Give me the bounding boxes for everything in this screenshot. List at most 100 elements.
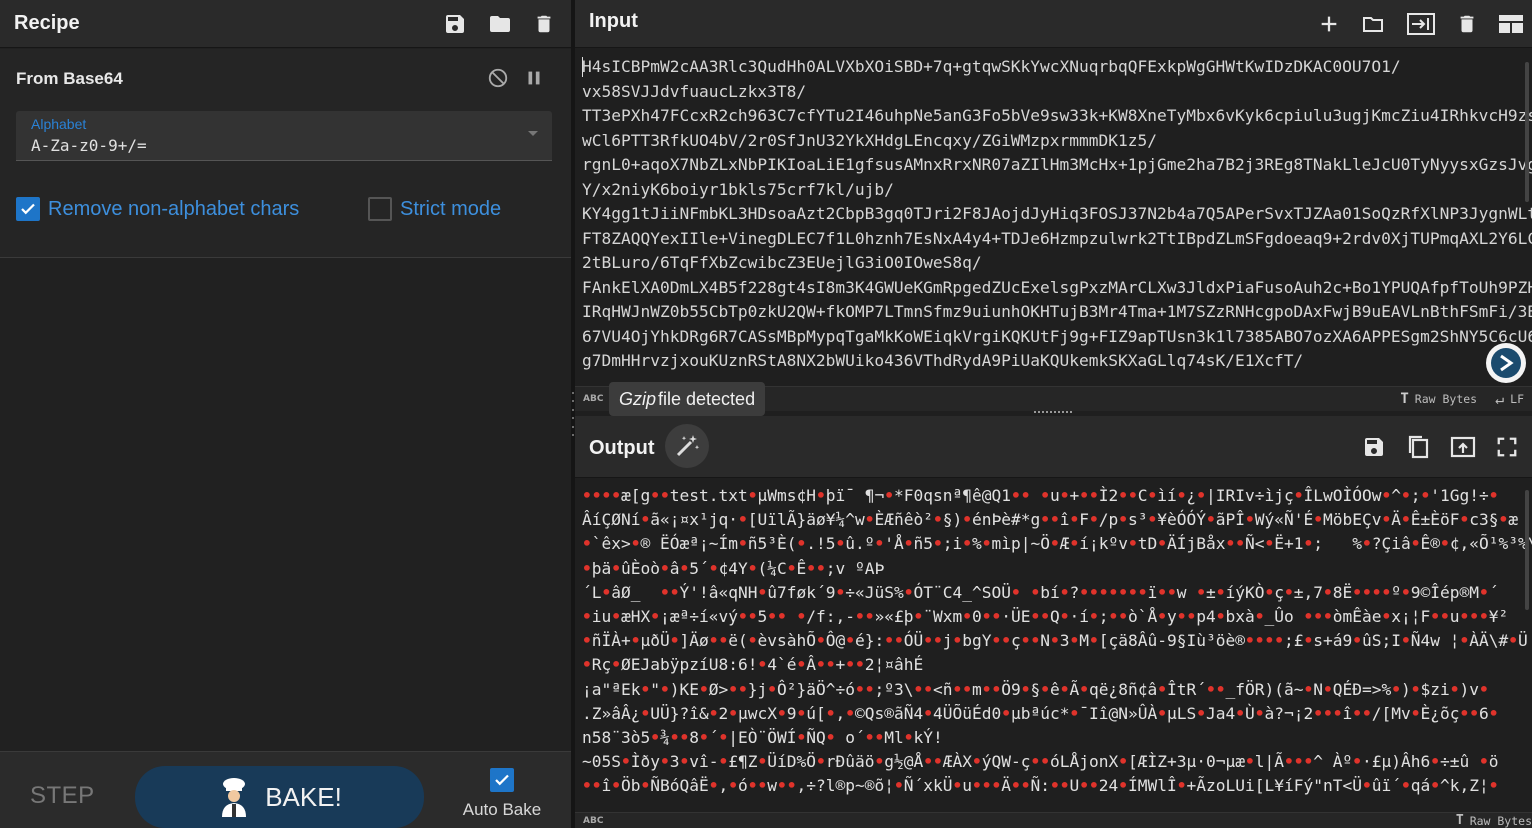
control-char-glyph: • (1303, 752, 1314, 772)
control-char-glyph: • (1303, 534, 1314, 554)
bake-label: BAKE! (265, 781, 342, 812)
control-char-glyph: • (962, 607, 972, 627)
control-char-glyph: • (611, 558, 621, 578)
output-encoding[interactable]: T Raw Bytes (1456, 813, 1532, 828)
control-char-glyph: • (1449, 679, 1460, 699)
replace-input-icon[interactable] (1450, 435, 1476, 459)
control-char-glyph: • (972, 776, 982, 796)
control-char-glyph: • (952, 776, 963, 796)
control-char-glyph: • (1410, 534, 1421, 554)
input-line: rgnL0+aqoX7NbZLxNbPIKIoaLiE1gfsusAMnxRrx… (582, 155, 1532, 174)
control-char-glyph: • (874, 534, 885, 554)
control-char-glyph: • (757, 655, 768, 675)
control-char-glyph: • (630, 631, 641, 651)
control-char-glyph: • (845, 631, 855, 651)
control-char-glyph: • (738, 510, 748, 530)
bake-button[interactable]: BAKE! (135, 766, 424, 828)
control-char-glyph: • (591, 486, 602, 505)
control-char-glyph: • (1059, 486, 1070, 505)
control-char-glyph: • (1215, 679, 1226, 699)
step-button[interactable]: STEP (30, 782, 95, 810)
control-char-glyph: • (1381, 582, 1392, 602)
control-char-glyph: • (874, 752, 885, 772)
operation-title: From Base64 (16, 69, 123, 88)
abc-icon: ABC (583, 815, 604, 826)
control-char-glyph: • (650, 728, 660, 748)
input-textarea[interactable]: H4sICBPmW2cAA3Rlc3QudHh0ALVXbXOiSBD+7q+g… (575, 49, 1532, 385)
auto-bake-checkbox[interactable]: Auto Bake (460, 768, 544, 820)
control-char-glyph: • (660, 486, 670, 505)
alphabet-select[interactable]: Alphabet A-Za-z0-9+/= (16, 111, 552, 161)
control-char-glyph: • (1069, 510, 1080, 530)
control-char-glyph: • (611, 776, 621, 796)
control-char-glyph: • (777, 607, 787, 627)
control-char-glyph: • (669, 582, 680, 602)
strict-mode-label: Strict mode (400, 197, 502, 220)
control-char-glyph: • (728, 703, 738, 723)
control-char-glyph: • (1059, 607, 1070, 627)
output-textarea[interactable]: ••••æ[g••test.txt•µWms¢H•þï¯ ¶¬•*F0qsnª¶… (575, 479, 1532, 812)
control-char-glyph: • (777, 703, 787, 723)
control-char-glyph: • (835, 582, 846, 602)
control-char-glyph: • (1323, 679, 1333, 699)
control-char-glyph: • (591, 776, 602, 796)
output-scrollbar[interactable] (1525, 490, 1529, 610)
save-output-icon[interactable] (1362, 435, 1386, 459)
control-char-glyph: • (1459, 510, 1470, 530)
open-folder-icon[interactable] (1360, 12, 1386, 36)
control-char-glyph: • (855, 679, 865, 699)
alphabet-value: A-Za-z0-9+/= (31, 136, 147, 155)
disable-icon[interactable] (487, 67, 509, 89)
magic-button[interactable] (665, 424, 709, 468)
input-line: Y/x2niyK6boiyr1bkls75crf7kl/ujb/ (582, 179, 894, 199)
control-char-glyph: • (991, 607, 1002, 627)
layout-icon[interactable] (1498, 13, 1524, 35)
strict-mode-checkbox[interactable]: Strict mode (368, 197, 501, 221)
output-line: ~05S•Ìðy•3•vî-•£¶Z•ÜíD%Ö•rÐûäö•g½@Å••ÆÀX… (582, 752, 1499, 772)
open-file-icon[interactable] (1406, 12, 1436, 36)
control-char-glyph: • (1245, 510, 1255, 530)
control-char-glyph: • (1401, 486, 1411, 505)
save-icon[interactable] (443, 12, 467, 36)
input-scrollbar[interactable] (1525, 62, 1529, 202)
control-char-glyph: • (894, 631, 904, 651)
control-char-glyph: • (1488, 486, 1499, 505)
control-char-glyph: • (1118, 752, 1128, 772)
pause-icon[interactable] (523, 67, 545, 89)
control-char-glyph: • (1440, 607, 1450, 627)
control-char-glyph: • (1059, 776, 1070, 796)
control-char-glyph: • (738, 679, 748, 699)
input-encoding[interactable]: T Raw Bytes (1400, 391, 1477, 407)
control-char-glyph: • (796, 607, 807, 627)
trash-icon[interactable] (533, 12, 555, 36)
output-line: .Z»âÂ¿•UÜ}?î&•2•µwcX•9•ú[•,•©Qs®ãÑ4•4ÜÕü… (582, 703, 1499, 723)
control-char-glyph: • (864, 728, 875, 748)
control-char-glyph: • (1118, 510, 1128, 530)
control-char-glyph: • (1176, 776, 1187, 796)
control-char-glyph: • (757, 582, 768, 602)
input-eol[interactable]: ↵ LF (1495, 390, 1524, 408)
maximise-icon[interactable] (1496, 436, 1518, 458)
add-tab-icon[interactable] (1318, 13, 1340, 35)
control-char-glyph: • (747, 486, 758, 505)
remove-non-alphabet-checkbox[interactable]: Remove non-alphabet chars (16, 197, 299, 221)
control-char-glyph: • (757, 776, 768, 796)
input-line: wCl6PTT3RfkUO4bV/2r0SfJnU32YkXHdgLEncqxy… (582, 130, 1157, 150)
recipe-title: Recipe (14, 12, 80, 34)
control-char-glyph: • (816, 752, 826, 772)
control-char-glyph: • (699, 679, 709, 699)
copy-icon[interactable] (1406, 434, 1430, 460)
clear-input-icon[interactable] (1456, 12, 1478, 36)
control-char-glyph: • (1381, 607, 1392, 627)
input-header: Input (575, 0, 1532, 48)
folder-icon[interactable] (487, 12, 513, 36)
io-resize-handle[interactable] (1034, 411, 1072, 413)
control-char-glyph: • (874, 728, 885, 748)
control-char-glyph: • (1245, 631, 1255, 651)
control-char-glyph: • (1089, 510, 1099, 530)
control-char-glyph: • (933, 631, 943, 651)
control-char-glyph: • (1030, 752, 1041, 772)
control-char-glyph: • (923, 752, 933, 772)
bake-shortcut-button[interactable] (1486, 343, 1526, 383)
input-line: TT3ePXh47FCcxR2ch963C7cfYTu2I46uhpNe5anG… (582, 106, 1532, 125)
